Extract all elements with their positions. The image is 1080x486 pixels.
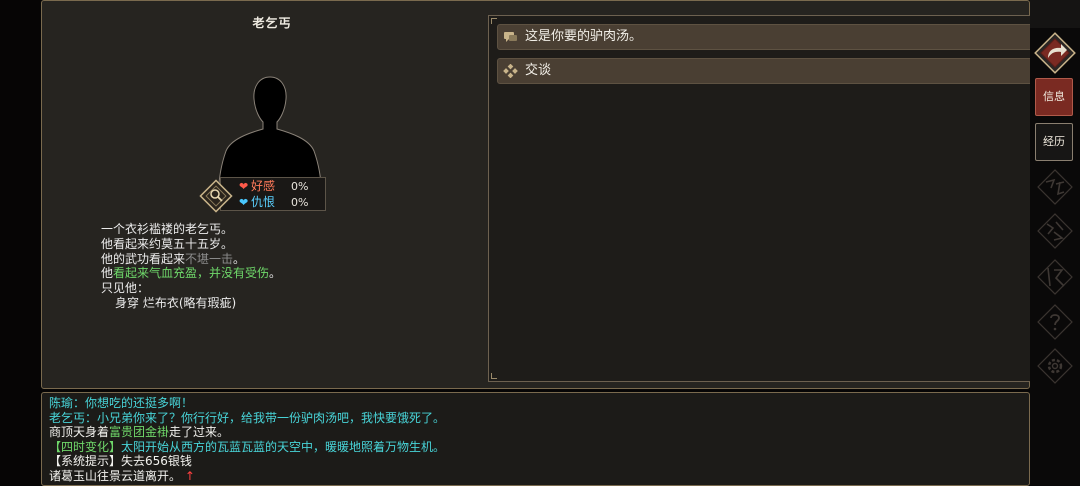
settings-gear-icon[interactable] bbox=[1036, 347, 1074, 385]
work-icon[interactable] bbox=[1036, 168, 1074, 206]
dialog-option-label: 这是你要的驴肉汤。 bbox=[525, 29, 643, 44]
desc-line: 他看起来约莫五十五岁。 bbox=[101, 236, 234, 251]
chat-bubble-icon bbox=[504, 32, 517, 42]
help-icon[interactable] bbox=[1036, 303, 1074, 341]
tab-info[interactable]: 信息 bbox=[1035, 78, 1073, 116]
log-text: 太阳开始从西方的瓦蓝瓦蓝的天空中，暖暖地照着万物生机。 bbox=[121, 439, 446, 454]
npc-info-panel: 老乞丐 ❤ 好感 0% ❤ 仇恨 0% 一个衣衫褴褛的老乞丐。 他看起来约莫五十五岁… bbox=[41, 0, 1061, 389]
desc-text: 。 bbox=[269, 266, 282, 281]
corner-ornament bbox=[491, 373, 497, 379]
red-heart-icon: ❤ bbox=[239, 180, 249, 193]
desc-text: 他的武功看起来 bbox=[101, 251, 186, 266]
favor-row: ❤ 好感 0% bbox=[239, 179, 308, 194]
log-text: 走了过来。 bbox=[169, 425, 230, 440]
log-tag: 【四时变化】 bbox=[49, 439, 122, 454]
corner-ornament bbox=[491, 18, 497, 24]
log-text: 诸葛玉山往景云道离开。 bbox=[49, 468, 182, 483]
hatred-label: 仇恨 bbox=[251, 195, 276, 209]
log-line: 商顶天身着富贵团金褂走了过来。 bbox=[49, 425, 445, 440]
dialog-option-talk[interactable]: 交谈 bbox=[497, 58, 1054, 84]
equipment-line: 身穿 烂布衣(略有瑕疵) bbox=[115, 295, 237, 310]
right-sidebar: 信息 经历 bbox=[1030, 0, 1080, 486]
desc-line: 他的武功看起来不堪一击。 bbox=[101, 252, 471, 267]
hatred-row: ❤ 仇恨 0% bbox=[239, 195, 308, 210]
log-line: 诸葛玉山往景云道离开。 ↑ bbox=[49, 469, 445, 484]
martial-arts-icon[interactable] bbox=[1036, 212, 1074, 250]
attitude-emblem-icon[interactable] bbox=[199, 179, 233, 213]
dialog-option-label: 交谈 bbox=[525, 63, 552, 78]
log-line: 【系统提示】失去656银钱 bbox=[49, 454, 192, 469]
desc-text: 。 bbox=[233, 251, 246, 266]
diamond-dots-icon bbox=[503, 64, 518, 78]
message-log-panel[interactable]: 陈瑜：你想吃的还挺多啊！ 老乞丐：小兄弟你来了？你行行好，给我带一份驴肉汤吧，我… bbox=[41, 392, 1030, 486]
npc-description: 一个衣衫褴褛的老乞丐。 他看起来约莫五十五岁。 他的武功看起来不堪一击。 他看起… bbox=[101, 222, 471, 311]
npc-name: 老乞丐 bbox=[252, 16, 292, 30]
desc-line: 只见他： bbox=[101, 281, 150, 296]
hatred-value: 0% bbox=[291, 196, 309, 209]
log-line: 老乞丐：小兄弟你来了？你行行好，给我带一份驴肉汤吧，我快要饿死了。 bbox=[49, 410, 446, 425]
desc-text: 他 bbox=[101, 266, 114, 281]
sect-icon[interactable] bbox=[1036, 258, 1074, 296]
message-log: 陈瑜：你想吃的还挺多啊！ 老乞丐：小兄弟你来了？你行行好，给我带一份驴肉汤吧，我… bbox=[49, 396, 445, 484]
desc-line: 他看起来气血充盈，并没有受伤。 bbox=[101, 266, 471, 281]
dialog-option-donkey-soup[interactable]: 这是你要的驴肉汤。 bbox=[497, 24, 1054, 50]
favor-value: 0% bbox=[291, 180, 309, 193]
tab-history[interactable]: 经历 bbox=[1035, 123, 1073, 161]
health-status: 看起来气血充盈，并没有受伤 bbox=[113, 266, 270, 281]
log-line: 【四时变化】太阳开始从西方的瓦蓝瓦蓝的天空中，暖暖地照着万物生机。 bbox=[49, 440, 445, 455]
desc-line: 一个衣衫褴褛的老乞丐。 bbox=[101, 222, 234, 236]
log-line: 陈瑜：你想吃的还挺多啊！ bbox=[49, 396, 194, 410]
martial-rating: 不堪一击 bbox=[185, 251, 234, 266]
log-text: 商顶天身着 bbox=[49, 425, 110, 440]
red-arrow-icon: ↑ bbox=[184, 468, 195, 483]
dialog-options-box: 这是你要的驴肉汤。 交谈 bbox=[488, 15, 1061, 382]
blue-heart-icon: ❤ bbox=[239, 196, 249, 209]
sidebar-top-band bbox=[1030, 0, 1080, 28]
log-highlight: 富贵团金褂 bbox=[109, 425, 170, 440]
favor-label: 好感 bbox=[251, 179, 276, 193]
return-arrow-icon[interactable] bbox=[1034, 32, 1076, 74]
attitude-box: ❤ 好感 0% ❤ 仇恨 0% bbox=[220, 177, 326, 211]
npc-portrait-silhouette bbox=[218, 76, 322, 187]
